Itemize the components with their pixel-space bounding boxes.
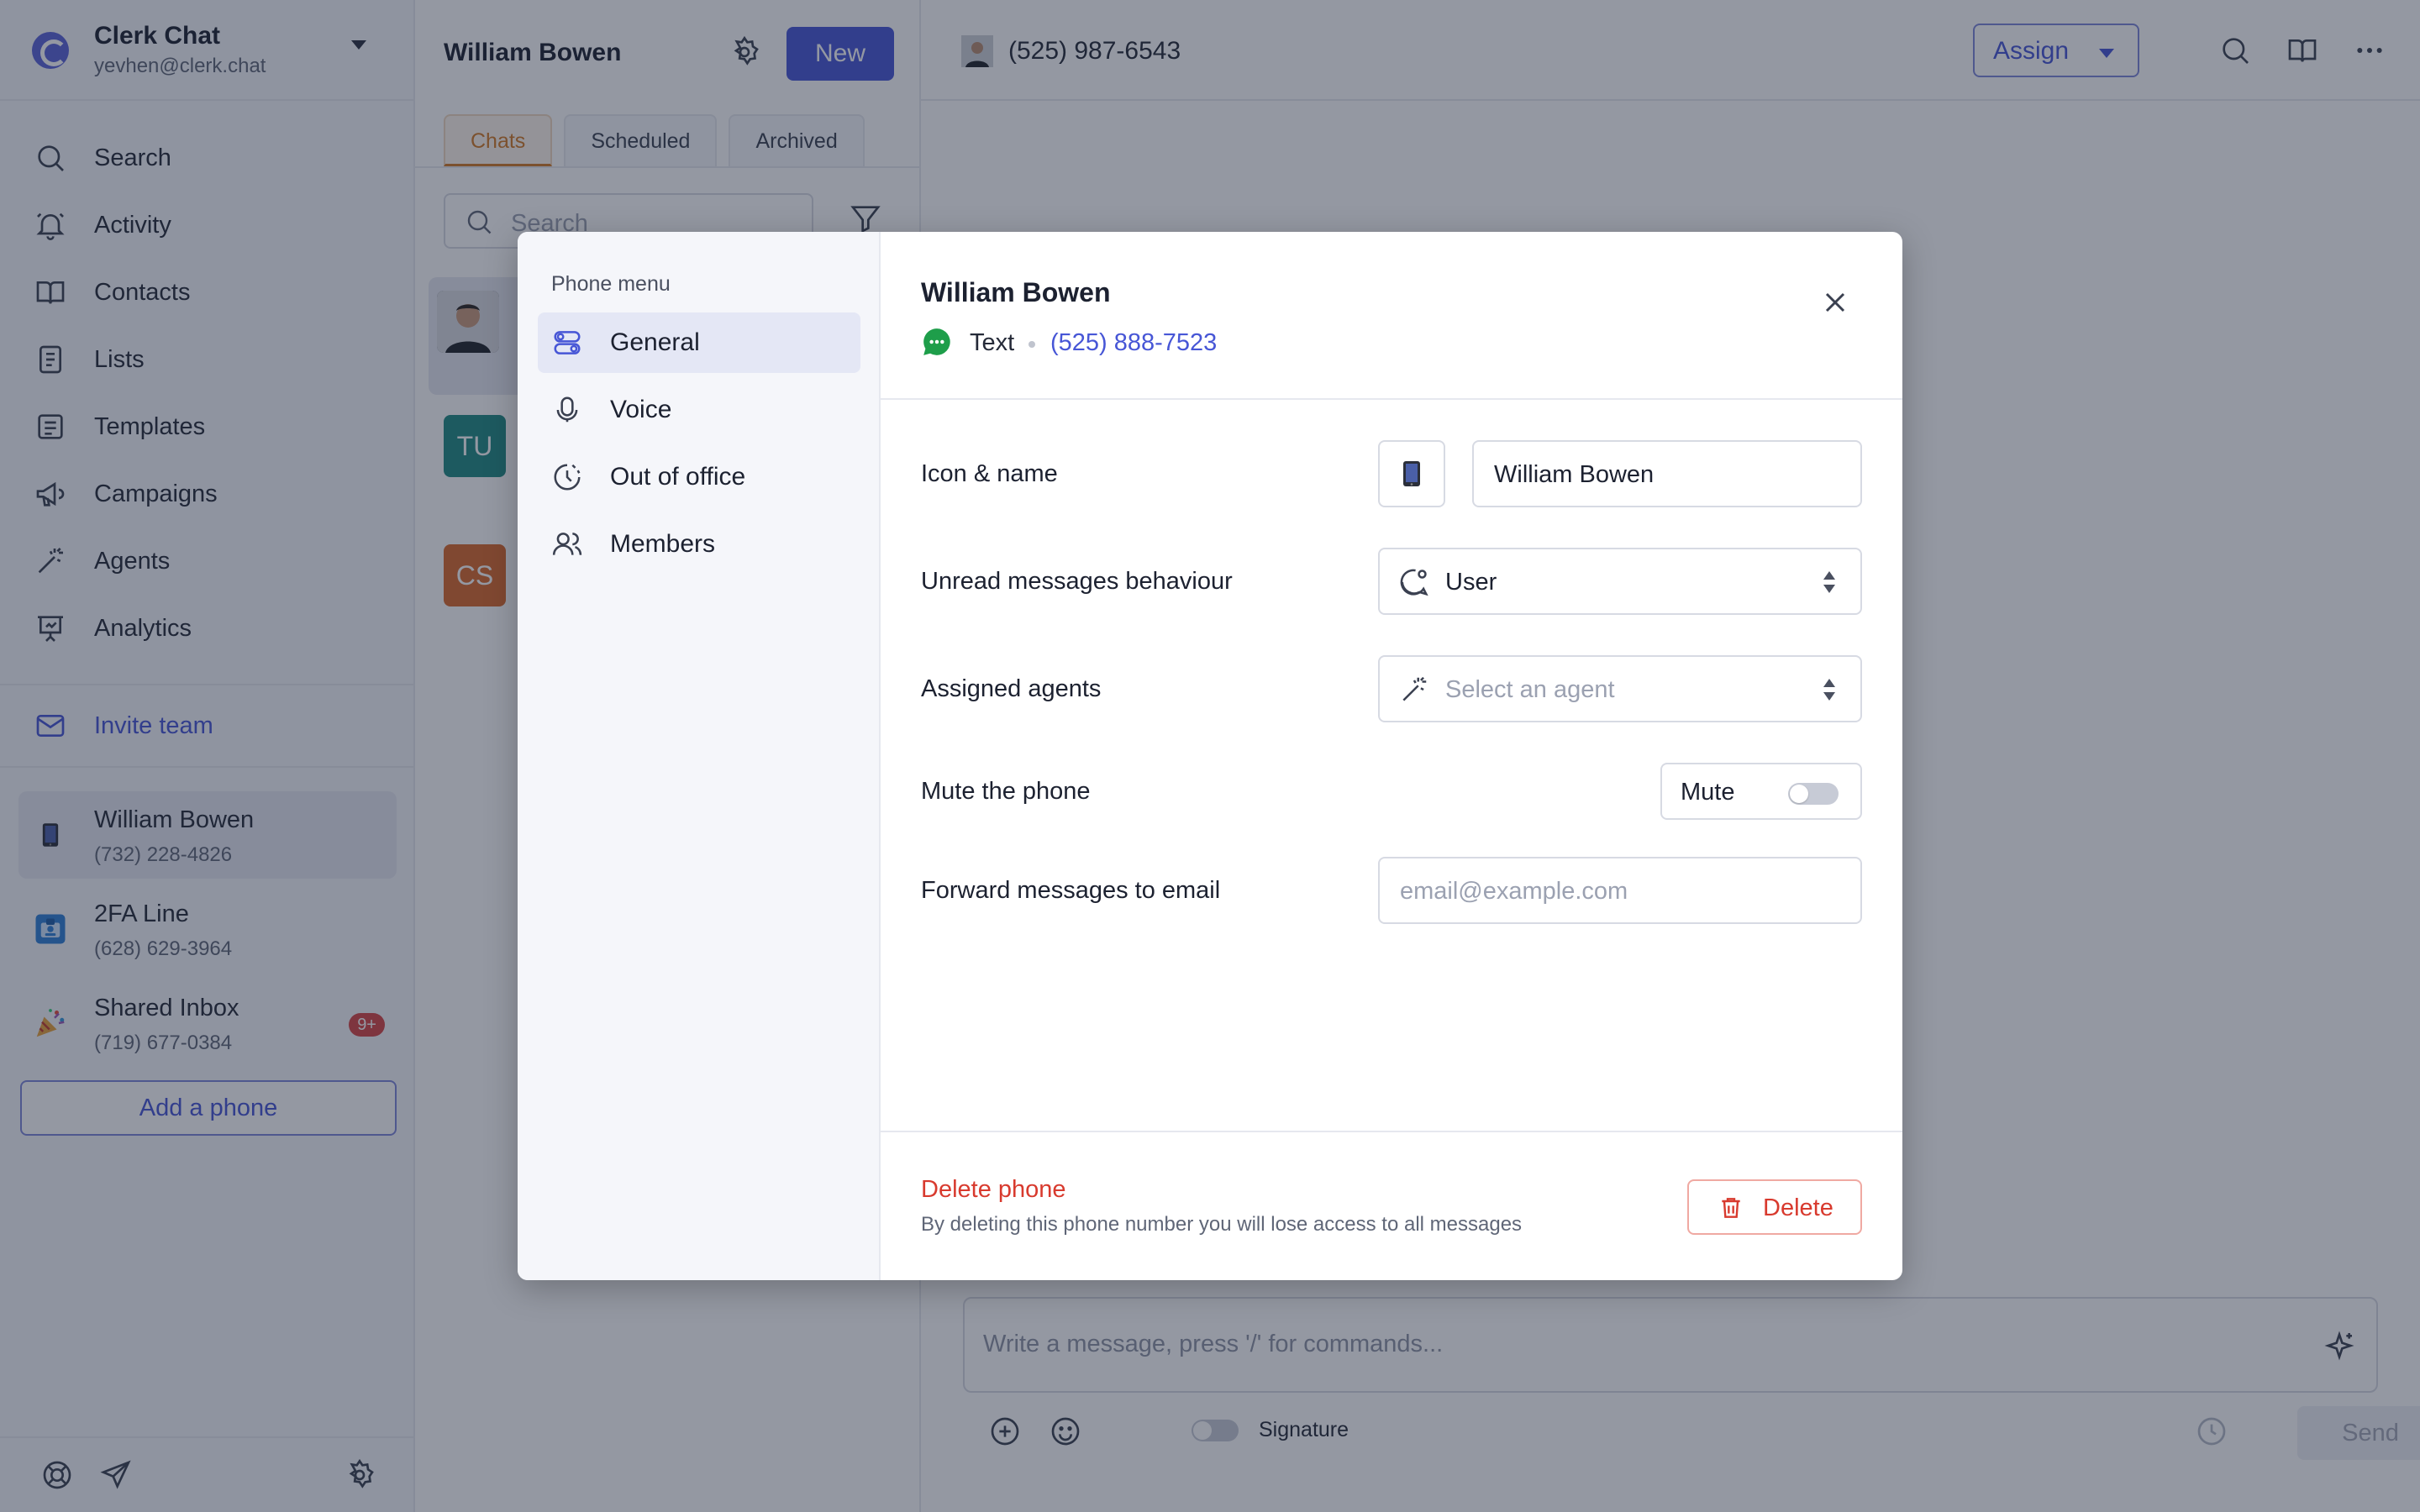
agents-label: Assigned agents xyxy=(921,675,1102,702)
row-mute: Mute the phone Mute xyxy=(921,763,1862,820)
phone-name-value: William Bowen xyxy=(1494,461,1655,488)
modal-phone-number[interactable]: (525) 888-7523 xyxy=(1050,329,1217,357)
menu-item-label: General xyxy=(610,328,700,356)
delete-phone-description: By deleting this phone number you will l… xyxy=(921,1213,1523,1236)
modal-title: William Bowen xyxy=(921,277,1111,307)
magic-wand-icon xyxy=(1402,676,1427,701)
select-updown-icon xyxy=(1823,571,1835,596)
unread-behaviour-value: User xyxy=(1445,569,1497,596)
danger-zone: Delete phone By deleting this phone numb… xyxy=(881,1131,1902,1280)
mute-switch[interactable]: Mute xyxy=(1660,763,1862,820)
app-window: Clerk Chat yevhen@clerk.chat Search Acti… xyxy=(0,0,2420,1512)
phone-menu-title: Phone menu xyxy=(551,272,671,296)
menu-item-out-of-office[interactable]: Out of office xyxy=(538,447,860,507)
mobile-phone-icon xyxy=(1403,461,1420,486)
trash-icon xyxy=(1722,1198,1740,1218)
menu-item-label: Voice xyxy=(610,396,672,423)
menu-item-voice[interactable]: Voice xyxy=(538,380,860,440)
menu-item-members[interactable]: Members xyxy=(538,514,860,575)
text-message-icon xyxy=(923,328,950,355)
row-icon-name: Icon & name William Bowen xyxy=(921,440,1862,507)
agent-select[interactable]: Select an agent xyxy=(1378,655,1862,722)
phone-settings-modal: Phone menu General Voice Out of office M… xyxy=(518,232,1902,1280)
forward-email-placeholder: email@example.com xyxy=(1400,878,1628,905)
forward-email-input[interactable]: email@example.com xyxy=(1378,857,1862,924)
phone-menu-list: General Voice Out of office Members xyxy=(538,312,860,581)
close-icon[interactable] xyxy=(1818,286,1852,319)
unread-behaviour-select[interactable]: User xyxy=(1378,548,1862,615)
clock-icon xyxy=(554,464,581,491)
channel-type: Text xyxy=(970,329,1015,356)
modal-header: William Bowen Text (525) 888-7523 xyxy=(881,232,1902,400)
users-icon xyxy=(552,533,582,555)
select-updown-icon xyxy=(1823,679,1835,704)
forward-label: Forward messages to email xyxy=(921,877,1221,904)
chat-bubble-dot-icon xyxy=(1400,569,1428,596)
delete-phone-title: Delete phone xyxy=(921,1176,1066,1203)
microphone-icon xyxy=(556,396,578,423)
unread-label: Unread messages behaviour xyxy=(921,568,1233,595)
separator-dot xyxy=(1028,341,1035,348)
delete-button-label: Delete xyxy=(1763,1194,1833,1221)
row-forward-email: Forward messages to email email@example.… xyxy=(921,857,1862,924)
row-assigned-agents: Assigned agents Select an agent xyxy=(921,655,1862,722)
row-unread-behaviour: Unread messages behaviour User xyxy=(921,548,1862,615)
mute-switch-label: Mute xyxy=(1681,779,1735,806)
mute-toggle[interactable] xyxy=(1788,783,1839,805)
mute-label: Mute the phone xyxy=(921,778,1091,805)
agent-select-placeholder: Select an agent xyxy=(1445,676,1615,703)
phone-name-input[interactable]: William Bowen xyxy=(1472,440,1862,507)
menu-item-general[interactable]: General xyxy=(538,312,860,373)
menu-item-label: Out of office xyxy=(610,463,746,491)
delete-phone-button[interactable]: Delete xyxy=(1687,1179,1862,1235)
phone-menu: Phone menu General Voice Out of office M… xyxy=(518,232,881,1280)
menu-item-label: Members xyxy=(610,530,716,558)
general-settings: William Bowen Text (525) 888-7523 Icon &… xyxy=(881,232,1902,1280)
phone-icon-picker[interactable] xyxy=(1378,440,1445,507)
icon-name-label: Icon & name xyxy=(921,460,1058,487)
toggles-icon xyxy=(554,331,581,354)
